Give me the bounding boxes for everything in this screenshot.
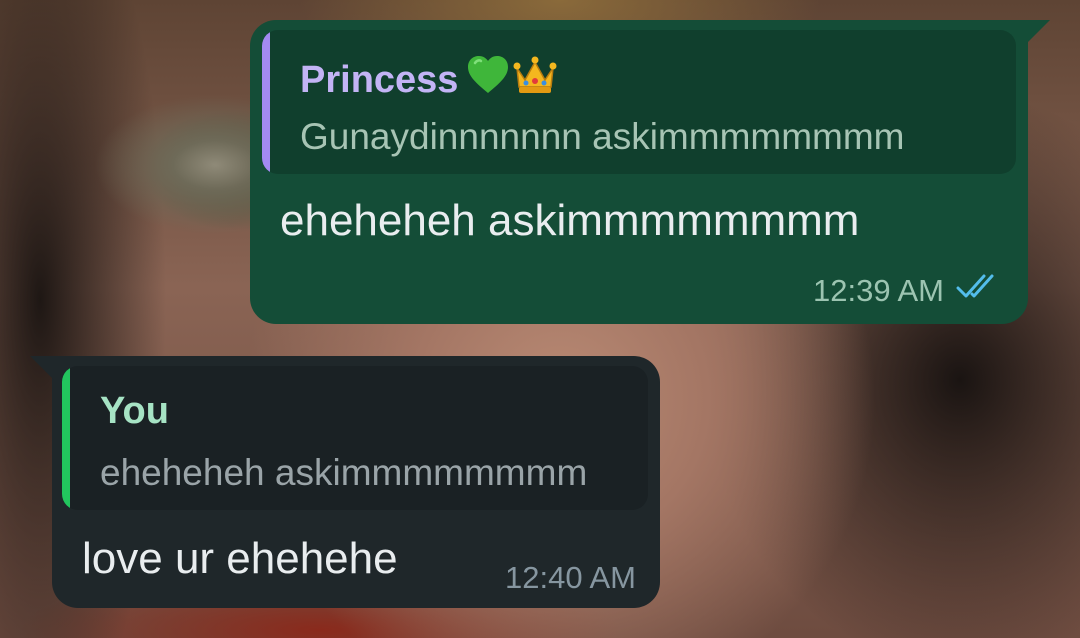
- message-meta: 12:39 AM: [813, 272, 1002, 310]
- message-timestamp: 12:40 AM: [505, 560, 636, 595]
- quote-author-name: You: [100, 390, 169, 432]
- outgoing-message-bubble[interactable]: Princess Gunaydinnnnnnn askimmmmmmmm ehe…: [250, 20, 1050, 324]
- quoted-reply[interactable]: You eheheheh askimmmmmmmm: [62, 366, 648, 510]
- green-heart-icon: [466, 55, 510, 105]
- message-text: eheheheh askimmmmmmmm: [280, 196, 860, 245]
- quote-preview-text: Gunaydinnnnnnn askimmmmmmmm: [300, 116, 905, 157]
- crown-icon: [512, 54, 558, 106]
- quote-author-name: Princess: [300, 58, 459, 101]
- quote-author: You: [100, 390, 169, 433]
- quote-author: Princess: [300, 54, 558, 106]
- quote-accent-bar: [62, 366, 70, 510]
- quote-preview-text: eheheheh askimmmmmmmm: [100, 452, 588, 493]
- incoming-message-bubble[interactable]: You eheheheh askimmmmmmmm love ur eheheh…: [30, 356, 660, 608]
- message-text: love ur ehehehe: [82, 534, 398, 583]
- quoted-reply[interactable]: Princess Gunaydinnnnnnn askimmmmmmmm: [262, 30, 1016, 174]
- quote-accent-bar: [262, 30, 270, 174]
- message-meta: 12:40 AM: [505, 560, 636, 596]
- bubble-tail: [30, 356, 54, 380]
- message-timestamp: 12:39 AM: [813, 273, 944, 308]
- bubble-tail: [1026, 20, 1050, 44]
- double-check-read-icon: [956, 272, 1002, 310]
